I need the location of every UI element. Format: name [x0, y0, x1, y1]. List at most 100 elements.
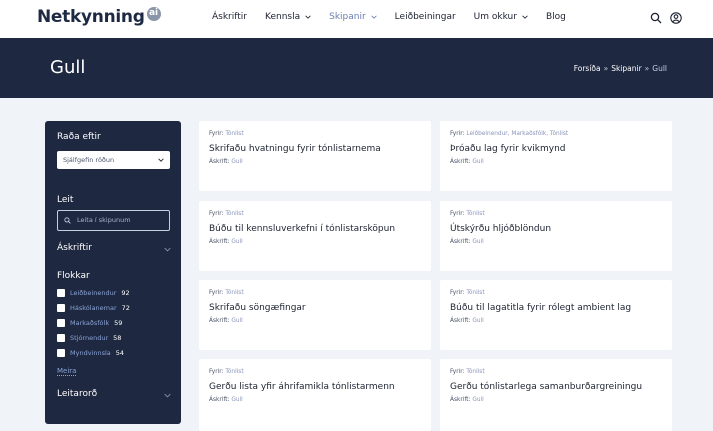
audience-value[interactable]: Tónlist — [225, 131, 243, 137]
category-count: 72 — [121, 304, 130, 312]
breadcrumb-skipanir[interactable]: Skipanir — [611, 64, 641, 73]
subscription-value[interactable]: Gull — [231, 159, 242, 165]
audience-value[interactable]: Tónlist — [225, 211, 243, 217]
subscription-label: Áskrift: — [450, 159, 471, 165]
audience-label: Fyrir: — [450, 131, 465, 137]
card-audience: Fyrir: Tónlist — [209, 369, 244, 375]
card-subscription: Áskrift: Gull — [450, 239, 484, 245]
nav-label: Blog — [545, 12, 566, 22]
nav-item-um-okkur[interactable]: Um okkur — [474, 12, 528, 22]
nav-label: Áskriftir — [212, 12, 247, 22]
category-label: Markaðsfólk — [70, 319, 110, 327]
search-icon[interactable] — [650, 12, 662, 24]
subscription-value[interactable]: Gull — [231, 239, 242, 245]
sort-select[interactable]: Sjálfgefin röðun — [57, 151, 170, 169]
category-count: 54 — [115, 349, 125, 357]
checkbox[interactable] — [57, 319, 65, 327]
sort-heading: Raða eftir — [57, 132, 101, 142]
chevron-down-icon — [370, 15, 377, 19]
subscription-value[interactable]: Gull — [231, 318, 242, 324]
prompt-card[interactable]: Fyrir: Tónlist Skrifaðu hvatningu fyrir … — [199, 121, 431, 191]
prompt-card[interactable]: Fyrir: Leiðbeinendur, Markaðsfólk, Tónli… — [440, 121, 672, 191]
checkbox[interactable] — [57, 304, 65, 312]
breadcrumb-home[interactable]: Forsíða — [574, 64, 601, 73]
subscription-value[interactable]: Gull — [472, 239, 483, 245]
audience-value[interactable]: Tónlist — [466, 211, 484, 217]
page-title: Gull — [50, 57, 86, 78]
audience-value[interactable]: Tónlist — [466, 290, 484, 296]
prompt-card[interactable]: Fyrir: Tónlist Búðu til kennsluverkefni … — [199, 201, 431, 271]
category-checkbox-markadsfolk[interactable]: Markaðsfólk 59 — [57, 319, 122, 327]
subscription-label: Áskrift: — [209, 318, 230, 324]
checkbox[interactable] — [57, 334, 65, 342]
prompt-card[interactable]: Fyrir: Tónlist Búðu til lagatitla fyrir … — [440, 280, 672, 350]
prompt-card[interactable]: Fyrir: Tónlist Gerðu lista yfir áhrifami… — [199, 359, 431, 431]
category-checkbox-myndvinnsla[interactable]: Myndvinnsla 54 — [57, 349, 124, 357]
keywords-heading[interactable]: Leitarorð — [57, 389, 97, 399]
card-audience: Fyrir: Tónlist — [450, 369, 485, 375]
audience-value[interactable]: Tónlist — [225, 290, 243, 296]
logo[interactable]: Netkynning ai — [37, 7, 161, 27]
nav-item-leidbeiningar[interactable]: Leiðbeiningar — [395, 12, 456, 22]
audience-value[interactable]: Tónlist — [225, 369, 243, 375]
category-label: Stjórnendur — [70, 334, 109, 342]
card-audience: Fyrir: Tónlist — [209, 131, 244, 137]
card-title[interactable]: Búðu til lagatitla fyrir rólegt ambient … — [450, 303, 631, 313]
breadcrumb-separator: » — [644, 64, 650, 73]
card-title[interactable]: Skrifaðu söngæfingar — [209, 303, 306, 313]
category-checkbox-haskolanemar[interactable]: Háskólanemar 72 — [57, 304, 130, 312]
nav-item-blog[interactable]: Blog — [546, 12, 566, 22]
audience-value[interactable]: Tónlist — [466, 369, 484, 375]
card-title[interactable]: Búðu til kennsluverkefni í tónlistarsköp… — [209, 224, 395, 234]
search-icon — [64, 217, 71, 224]
card-subscription: Áskrift: Gull — [209, 159, 243, 165]
category-count: 58 — [113, 334, 122, 342]
search-input[interactable]: Leita í skipunum — [57, 210, 170, 231]
breadcrumb-current: Gull — [652, 64, 667, 73]
audience-value[interactable]: Leiðbeinendur, Markaðsfólk, Tónlist — [466, 131, 568, 137]
more-categories-link[interactable]: Meira — [57, 367, 77, 376]
subscription-label: Áskrift: — [450, 239, 471, 245]
category-label: Leiðbeinendur — [70, 289, 117, 297]
category-label: Myndvinnsla — [70, 349, 111, 357]
user-icon[interactable] — [670, 12, 682, 24]
card-subscription: Áskrift: Gull — [209, 397, 243, 403]
breadcrumb-separator: » — [603, 64, 609, 73]
chevron-down-icon[interactable] — [164, 392, 171, 399]
card-title[interactable]: Þróaðu lag fyrir kvikmynd — [450, 144, 566, 154]
audience-label: Fyrir: — [209, 369, 224, 375]
logo-text: Netkynning — [37, 7, 145, 27]
nav-label: Um okkur — [473, 12, 517, 22]
card-subscription: Áskrift: Gull — [209, 318, 243, 324]
category-checkbox-stjornendur[interactable]: Stjórnendur 58 — [57, 334, 121, 342]
prompt-card[interactable]: Fyrir: Tónlist Skrifaðu söngæfingar Áskr… — [199, 280, 431, 350]
subscriptions-heading[interactable]: Áskriftir — [57, 243, 92, 253]
chevron-down-icon[interactable] — [164, 246, 171, 253]
subscription-value[interactable]: Gull — [472, 159, 483, 165]
category-checkbox-leidbeinendur[interactable]: Leiðbeinendur 92 — [57, 289, 130, 297]
nav-item-skipanir[interactable]: Skipanir — [329, 12, 377, 22]
card-audience: Fyrir: Leiðbeinendur, Markaðsfólk, Tónli… — [450, 131, 568, 137]
nav-item-askriftir[interactable]: Áskriftir — [212, 12, 247, 22]
subscription-value[interactable]: Gull — [231, 397, 242, 403]
card-title[interactable]: Gerðu tónlistarlega samanburðargreiningu — [450, 382, 642, 392]
card-title[interactable]: Skrifaðu hvatningu fyrir tónlistarnema — [209, 144, 381, 154]
card-title[interactable]: Gerðu lista yfir áhrifamikla tónlistarme… — [209, 382, 395, 392]
audience-label: Fyrir: — [450, 369, 465, 375]
card-audience: Fyrir: Tónlist — [450, 211, 485, 217]
nav-item-kennsla[interactable]: Kennsla — [265, 12, 311, 22]
card-title[interactable]: Útskýrðu hljóðblöndun — [450, 224, 551, 234]
search-placeholder: Leita í skipunum — [77, 216, 131, 224]
audience-label: Fyrir: — [450, 211, 465, 217]
subscription-label: Áskrift: — [209, 239, 230, 245]
audience-label: Fyrir: — [209, 290, 224, 296]
subscription-value[interactable]: Gull — [472, 318, 483, 324]
prompt-card[interactable]: Fyrir: Tónlist Útskýrðu hljóðblöndun Ásk… — [440, 201, 672, 271]
subscription-value[interactable]: Gull — [472, 397, 483, 403]
checkbox[interactable] — [57, 289, 65, 297]
prompt-card[interactable]: Fyrir: Tónlist Gerðu tónlistarlega saman… — [440, 359, 672, 431]
page-hero: Gull Forsíða » Skipanir » Gull — [0, 38, 713, 98]
card-audience: Fyrir: Tónlist — [450, 290, 485, 296]
chevron-down-icon — [305, 15, 311, 19]
checkbox[interactable] — [57, 349, 65, 357]
